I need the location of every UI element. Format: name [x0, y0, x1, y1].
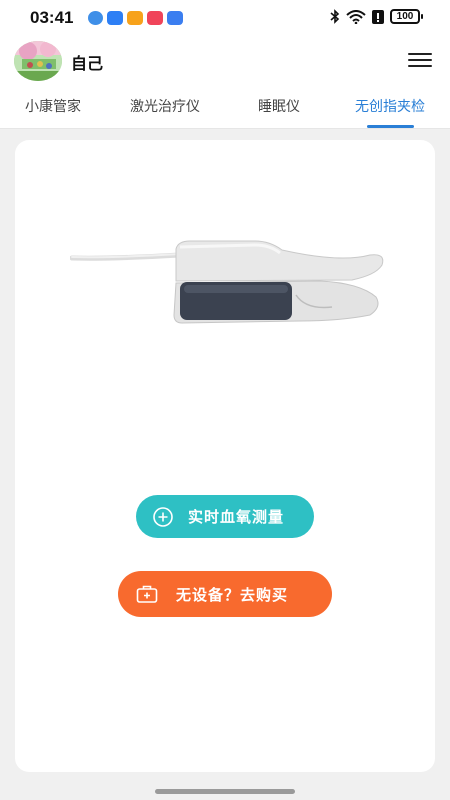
menu-icon-line — [408, 65, 432, 67]
alert-icon — [372, 9, 384, 24]
tab-sleep-device[interactable]: 睡眠仪 — [258, 96, 300, 116]
tab-finger-clip-oximeter[interactable]: 无创指夹检 — [355, 96, 425, 116]
bluetooth-icon — [330, 9, 340, 24]
plus-circle-icon — [153, 506, 173, 527]
menu-icon-line — [408, 53, 432, 55]
tab-xiaokang-manager[interactable]: 小康管家 — [25, 96, 81, 116]
measure-button-label: 实时血氧测量 — [188, 508, 285, 526]
notification-icons — [88, 11, 183, 25]
buy-button-label: 无设备？去购买 — [176, 585, 289, 604]
active-tab-indicator — [367, 125, 414, 128]
status-icons: 100 — [330, 9, 423, 24]
menu-icon-line — [408, 59, 432, 61]
status-bar: 03:41 100 — [0, 0, 450, 36]
device-tabs: 小康管家 激光治疗仪 睡眠仪 无创指夹检 — [0, 86, 450, 129]
realtime-spo2-measure-button[interactable]: 实时血氧测量 — [136, 495, 314, 538]
finger-clip-sensor-image — [70, 240, 384, 324]
notification-app-icon — [127, 11, 143, 25]
wifi-icon — [346, 9, 366, 24]
notification-app-icon — [88, 11, 103, 25]
tab-laser-therapy[interactable]: 激光治疗仪 — [130, 96, 200, 116]
menu-button[interactable] — [408, 53, 432, 69]
notification-app-icon — [147, 11, 163, 25]
device-card: 实时血氧测量 无设备？去购买 — [15, 140, 435, 772]
app-screen: 03:41 100 自己 小康管家 激光治疗仪 睡眠仪 无创指夹检 实时血氧测量… — [0, 0, 450, 800]
medical-kit-icon — [136, 585, 158, 603]
status-time: 03:41 — [30, 8, 74, 27]
home-indicator[interactable] — [155, 789, 295, 794]
avatar[interactable] — [14, 41, 62, 81]
notification-app-icon — [107, 11, 123, 25]
app-header: 自己 — [0, 36, 450, 86]
battery-indicator: 100 — [390, 9, 423, 24]
notification-app-icon — [167, 11, 183, 25]
buy-device-button[interactable]: 无设备？去购买 — [118, 571, 332, 617]
user-name[interactable]: 自己 — [71, 50, 103, 74]
